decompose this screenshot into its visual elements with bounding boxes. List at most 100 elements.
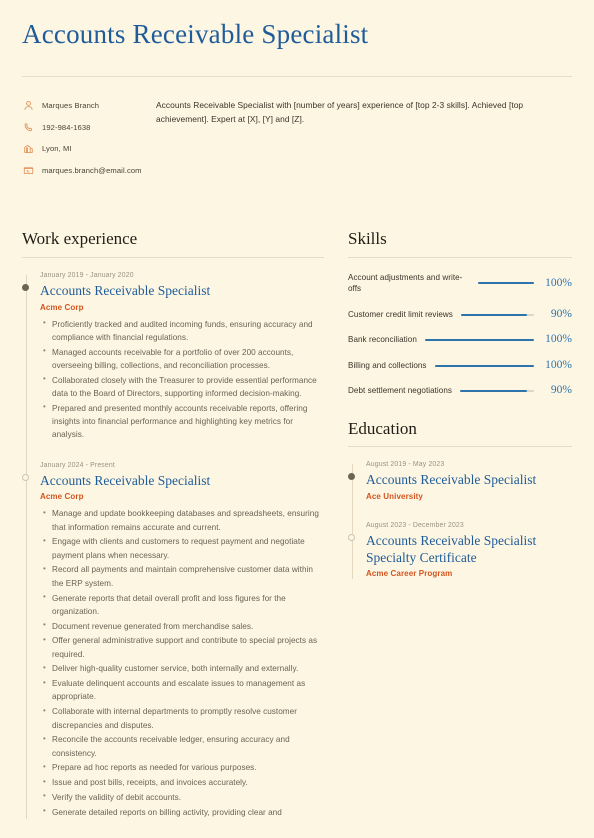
skill-row: Bank reconciliation 100% xyxy=(348,334,572,346)
skills-section: Skills Account adjustments and write-off… xyxy=(348,229,572,396)
entry-date: August 2019 - May 2023 xyxy=(366,461,445,469)
skill-label: Customer credit limit reviews xyxy=(348,309,453,319)
right-column: Skills Account adjustments and write-off… xyxy=(340,229,572,820)
skill-row: Account adjustments and write-offs 100% xyxy=(348,272,572,295)
entry-title: Accounts Receivable Specialist Specialty… xyxy=(366,533,537,565)
list-item: Prepare ad hoc reports as needed for var… xyxy=(43,761,324,774)
education-entry: August 2023 - December 2023 Accounts Rec… xyxy=(348,521,572,579)
entry-bullet-list: Manage and update bookkeeping databases … xyxy=(40,507,324,819)
list-item: Reconcile the accounts receivable ledger… xyxy=(43,733,324,760)
skill-track xyxy=(460,313,534,316)
work-experience-section: Work experience January 2019 - January 2… xyxy=(22,229,340,820)
skill-track xyxy=(459,390,534,392)
list-item: Managed accounts receivable for a portfo… xyxy=(43,345,324,373)
list-item: Engage with clients and customers to req… xyxy=(43,535,324,562)
entry-title: Accounts Receivable Specialist xyxy=(40,283,211,299)
skill-percent: 100% xyxy=(545,276,572,289)
page-title: Accounts Receivable Specialist xyxy=(22,19,369,49)
summary-block: Accounts Receivable Specialist with [num… xyxy=(148,99,572,185)
entry-organization: Ace University xyxy=(366,491,423,501)
list-item: Proficiently tracked and audited incomin… xyxy=(43,317,324,345)
entry-title: Accounts Receivable Specialist xyxy=(366,472,537,488)
building-icon xyxy=(22,142,35,155)
skill-row: Customer credit limit reviews 90% xyxy=(348,307,572,321)
list-item: Collaborate with internal departments to… xyxy=(43,705,324,732)
list-item: Record all payments and maintain compreh… xyxy=(43,563,324,590)
skill-fill xyxy=(460,313,527,316)
skill-bar xyxy=(434,364,534,367)
skill-percent: 90% xyxy=(550,307,572,320)
education-timeline: August 2019 - May 2023 Accounts Receivab… xyxy=(348,461,572,580)
person-icon xyxy=(22,99,35,112)
list-item: Document revenue generated from merchand… xyxy=(43,619,324,633)
skill-bar xyxy=(460,313,534,316)
skill-percent: 100% xyxy=(545,333,572,346)
list-item: Generate reports that detail overall pro… xyxy=(43,591,324,619)
list-item: Verify the validity of debit accounts. xyxy=(43,790,324,804)
resume-page: Accounts Receivable Specialist Marques B… xyxy=(0,0,594,838)
section-divider xyxy=(22,256,324,258)
skill-fill xyxy=(478,282,534,285)
education-entry: August 2019 - May 2023 Accounts Receivab… xyxy=(348,461,572,502)
contact-location-value: Lyon, MI xyxy=(42,144,72,154)
section-divider xyxy=(348,446,572,448)
list-item: Collaborated closely with the Treasurer … xyxy=(43,373,324,401)
contact-name-value: Marques Branch xyxy=(42,101,100,111)
entry-date: January 2019 - January 2020 xyxy=(40,271,134,279)
contact-email-value: marques.branch@email.com xyxy=(42,165,142,175)
email-icon xyxy=(22,164,35,177)
list-item: Generate detailed reports on billing act… xyxy=(43,805,324,819)
skill-bar xyxy=(459,390,534,392)
skill-fill xyxy=(434,364,534,367)
section-divider xyxy=(348,256,572,258)
work-entry: January 2019 - January 2020 Accounts Rec… xyxy=(22,271,324,442)
contact-phone-value: 192-984-1638 xyxy=(42,122,91,132)
timeline-dot-icon xyxy=(348,473,355,481)
entry-date: August 2023 - December 2023 xyxy=(366,521,464,529)
contact-item-phone: 192-984-1638 xyxy=(22,121,148,134)
timeline-dot-icon xyxy=(348,533,355,541)
work-timeline: January 2019 - January 2020 Accounts Rec… xyxy=(22,271,324,820)
skill-track xyxy=(424,339,534,341)
skill-bar xyxy=(478,282,534,285)
list-item: Deliver high-quality customer service, b… xyxy=(43,662,324,675)
summary-text: Accounts Receivable Specialist with [num… xyxy=(156,100,524,124)
skill-row: Billing and collections 100% xyxy=(348,359,572,372)
header-body: Marques Branch 192-984-1638 Lyon, MI mar… xyxy=(22,99,572,185)
skill-percent: 90% xyxy=(550,384,572,397)
skills-heading: Skills xyxy=(348,229,387,249)
skill-label: Account adjustments and write-offs xyxy=(348,272,463,294)
education-heading: Education xyxy=(348,418,417,438)
skill-fill xyxy=(459,390,527,392)
header-divider xyxy=(22,76,572,78)
work-experience-heading: Work experience xyxy=(22,229,138,249)
contact-list: Marques Branch 192-984-1638 Lyon, MI mar… xyxy=(22,99,148,185)
skill-fill xyxy=(424,339,534,341)
list-item: Offer general administrative support and… xyxy=(43,634,324,661)
list-item: Prepared and presented monthly accounts … xyxy=(43,401,324,442)
timeline-dot-icon xyxy=(22,473,29,481)
education-section: Education August 2019 - May 2023 Account… xyxy=(348,418,572,580)
contact-item-email: marques.branch@email.com xyxy=(22,164,148,177)
list-item: Issue and post bills, receipts, and invo… xyxy=(43,776,324,789)
list-item: Manage and update bookkeeping databases … xyxy=(43,507,324,534)
entry-organization: Acme Corp xyxy=(40,492,84,502)
skill-label: Bank reconciliation xyxy=(348,335,417,345)
entry-bullet-list: Proficiently tracked and audited incomin… xyxy=(40,317,324,442)
content-columns: Work experience January 2019 - January 2… xyxy=(22,229,572,820)
entry-organization: Acme Career Program xyxy=(366,569,453,579)
skill-label: Debt settlement negotiations xyxy=(348,386,452,396)
skill-label: Billing and collections xyxy=(348,360,427,370)
list-item: Evaluate delinquent accounts and escalat… xyxy=(43,677,324,704)
skill-track xyxy=(478,282,534,285)
entry-organization: Acme Corp xyxy=(40,302,84,312)
entry-title: Accounts Receivable Specialist xyxy=(40,472,211,488)
contact-item-location: Lyon, MI xyxy=(22,142,148,155)
skill-bar xyxy=(424,339,534,341)
contact-item-name: Marques Branch xyxy=(22,99,148,112)
work-entry: January 2024 - Present Accounts Receivab… xyxy=(22,461,324,819)
phone-icon xyxy=(22,121,35,134)
skill-track xyxy=(434,364,534,367)
skill-row: Debt settlement negotiations 90% xyxy=(348,385,572,397)
entry-date: January 2024 - Present xyxy=(40,461,115,469)
